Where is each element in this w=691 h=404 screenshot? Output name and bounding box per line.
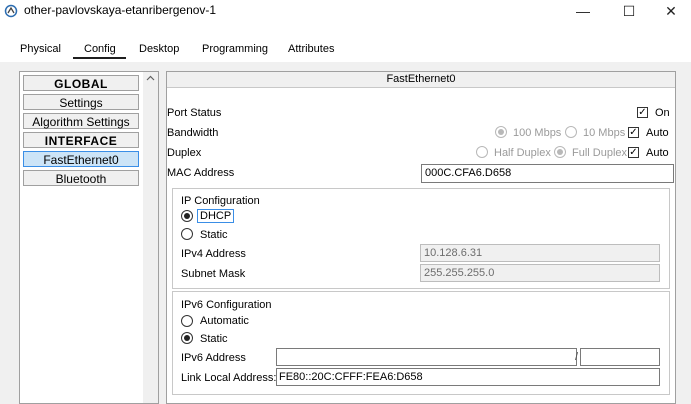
ipv6-automatic-label: Automatic bbox=[200, 315, 249, 327]
ipv4-address-label: IPv4 Address bbox=[181, 248, 246, 260]
sidebar-item-fastethernet0[interactable]: FastEthernet0 bbox=[23, 151, 139, 167]
bandwidth-auto-label: Auto bbox=[646, 127, 669, 139]
link-local-address-label: Link Local Address: bbox=[181, 372, 277, 384]
ip-config-title: IP Configuration bbox=[181, 195, 260, 207]
link-local-address-input[interactable]: FE80::20C:CFFF:FEA6:D658 bbox=[276, 368, 660, 386]
ipv6-address-label: IPv6 Address bbox=[181, 352, 246, 364]
sidebar-header-global: GLOBAL bbox=[23, 75, 139, 91]
packet-tracer-icon bbox=[4, 4, 18, 18]
static-ip-label: Static bbox=[200, 229, 228, 241]
dhcp-radio[interactable] bbox=[181, 210, 193, 222]
check-icon: ✓ bbox=[638, 106, 647, 118]
ipv6-address-input[interactable] bbox=[276, 348, 577, 366]
prefix-separator: / bbox=[575, 351, 579, 363]
tab-physical[interactable]: Physical bbox=[20, 40, 61, 58]
port-status-checkbox[interactable]: ✓ bbox=[637, 107, 648, 118]
panel-title: FastEthernet0 bbox=[167, 72, 675, 88]
duplex-full-label: Full Duplex bbox=[572, 147, 628, 159]
static-ip-radio[interactable] bbox=[181, 228, 193, 240]
minimize-button[interactable]: — bbox=[560, 0, 606, 22]
dhcp-label: DHCP bbox=[197, 209, 235, 223]
bandwidth-auto-checkbox[interactable]: ✓ bbox=[628, 127, 639, 138]
maximize-icon: ☐ bbox=[622, 2, 636, 19]
ipv6-static-radio[interactable] bbox=[181, 332, 193, 344]
maximize-button[interactable]: ☐ bbox=[606, 0, 652, 22]
sidebar-item-bluetooth[interactable]: Bluetooth bbox=[23, 170, 139, 186]
tab-attributes[interactable]: Attributes bbox=[288, 40, 334, 58]
duplex-half-radio[interactable] bbox=[476, 146, 488, 158]
tab-config[interactable]: Config bbox=[84, 40, 116, 58]
ipv6-static-label: Static bbox=[200, 333, 228, 345]
active-tab-indicator bbox=[73, 57, 126, 59]
sidebar-item-settings[interactable]: Settings bbox=[23, 94, 139, 110]
duplex-auto-checkbox[interactable]: ✓ bbox=[628, 147, 639, 158]
bandwidth-100-label: 100 Mbps bbox=[513, 127, 562, 139]
ipv6-automatic-radio[interactable] bbox=[181, 315, 193, 327]
duplex-label: Duplex bbox=[167, 147, 202, 159]
chevron-up-icon bbox=[146, 75, 155, 81]
sidebar-item-algorithm-settings[interactable]: Algorithm Settings bbox=[23, 113, 139, 129]
bandwidth-100-radio[interactable] bbox=[495, 126, 507, 138]
ipv6-config-title: IPv6 Configuration bbox=[181, 299, 272, 311]
bandwidth-10-label: 10 Mbps bbox=[583, 127, 626, 139]
ipv4-address-input[interactable]: 10.128.6.31 bbox=[420, 244, 660, 262]
duplex-full-radio[interactable] bbox=[554, 146, 566, 158]
port-status-on-label: On bbox=[655, 107, 670, 119]
close-icon: ✕ bbox=[665, 2, 677, 19]
bandwidth-10-radio[interactable] bbox=[565, 126, 577, 138]
port-status-label: Port Status bbox=[167, 107, 222, 119]
tab-programming[interactable]: Programming bbox=[202, 40, 268, 58]
duplex-half-label: Half Duplex bbox=[494, 147, 551, 159]
duplex-auto-label: Auto bbox=[646, 147, 669, 159]
window-title: other-pavlovskaya-etanribergenov-1 bbox=[24, 3, 217, 17]
check-icon: ✓ bbox=[629, 126, 638, 138]
sidebar-header-interface: INTERFACE bbox=[23, 132, 139, 148]
check-icon: ✓ bbox=[629, 146, 638, 158]
minimize-icon: — bbox=[576, 3, 590, 19]
subnet-mask-label: Subnet Mask bbox=[181, 268, 246, 280]
tab-desktop[interactable]: Desktop bbox=[139, 40, 179, 58]
sidebar-scrollbar[interactable] bbox=[143, 72, 158, 403]
bandwidth-label: Bandwidth bbox=[167, 127, 219, 139]
mac-address-input[interactable]: 000C.CFA6.D658 bbox=[421, 164, 674, 183]
close-button[interactable]: ✕ bbox=[648, 0, 691, 22]
subnet-mask-input[interactable]: 255.255.255.0 bbox=[420, 264, 660, 282]
ipv6-prefix-input[interactable] bbox=[580, 348, 660, 366]
mac-address-label: MAC Address bbox=[167, 167, 235, 179]
